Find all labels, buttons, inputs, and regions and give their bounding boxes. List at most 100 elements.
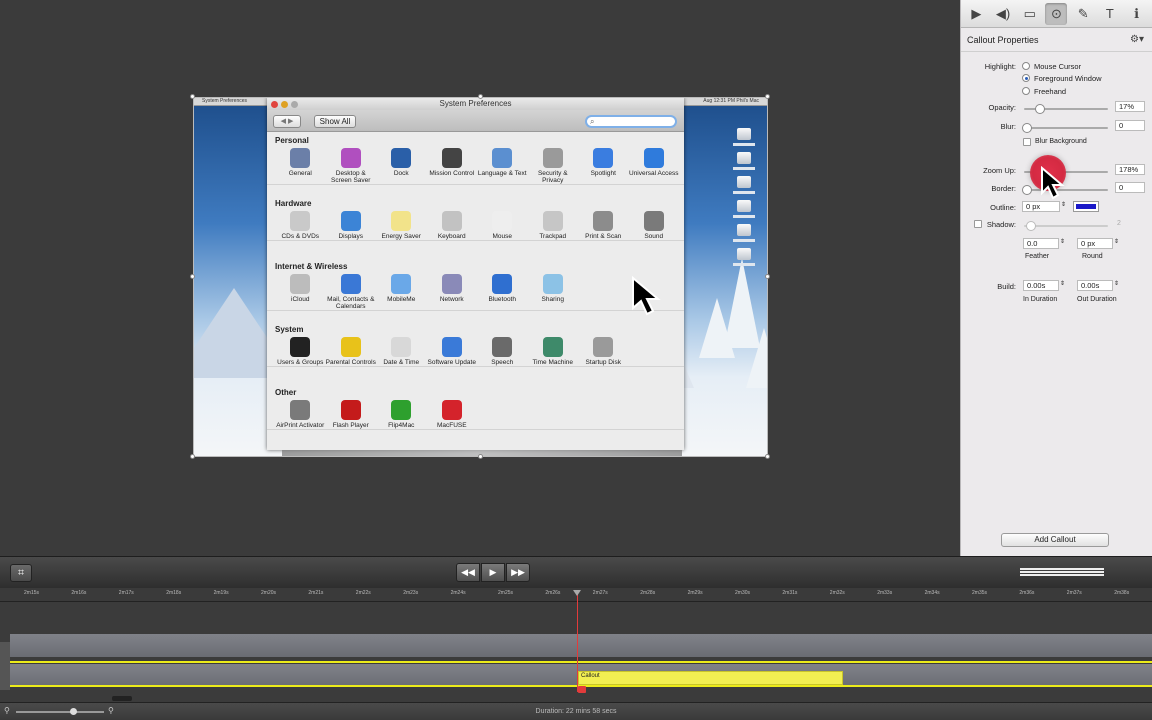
pref-pane-item[interactable]: Trackpad (528, 209, 579, 240)
radio-circle[interactable] (1022, 87, 1030, 95)
playhead-handle[interactable] (573, 590, 581, 596)
pref-pane-item[interactable]: Desktop & Screen Saver (326, 146, 377, 184)
add-callout-button[interactable]: Add Callout (1001, 533, 1109, 547)
pref-pane-item[interactable]: iCloud (275, 272, 326, 310)
pref-pane-item[interactable]: Mouse (477, 209, 528, 240)
pref-pane-item[interactable]: Time Machine (528, 335, 579, 366)
preview-canvas: System Preferences Aug 12:31 PM Phil's M… (0, 0, 960, 556)
callout-icon[interactable]: ⊙ (1045, 2, 1068, 25)
stepper-icon[interactable]: ⇕ (1114, 238, 1119, 245)
pref-pane-item[interactable]: Parental Controls (326, 335, 377, 366)
pref-pane-item[interactable]: Spotlight (578, 146, 629, 184)
pref-pane-item[interactable]: Mission Control (427, 146, 478, 184)
pref-pane-item[interactable]: Language & Text (477, 146, 528, 184)
out-duration-field[interactable]: 0.00s (1077, 280, 1113, 291)
resize-handle[interactable] (478, 454, 483, 459)
blur-background-checkbox[interactable] (1023, 138, 1031, 146)
pref-pane-item[interactable]: AirPrint Activator (275, 398, 326, 429)
resize-handle[interactable] (478, 94, 483, 99)
search-field[interactable]: ⌕ (585, 115, 677, 128)
border-field[interactable]: 0 (1115, 182, 1145, 193)
video-track[interactable] (10, 634, 1152, 657)
fast-forward-button[interactable]: ▶▶ (506, 563, 530, 582)
text-icon[interactable]: T (1099, 3, 1121, 25)
pref-pane-item[interactable]: Security & Privacy (528, 146, 579, 184)
annotation-icon[interactable]: ✎ (1072, 3, 1094, 25)
pref-pane-item[interactable]: Universal Access (629, 146, 680, 184)
zoom-button[interactable] (291, 101, 298, 108)
crop-icon[interactable]: ⌗ (10, 564, 32, 582)
back-forward-buttons[interactable]: ◀ ▶ (273, 115, 301, 128)
stepper-icon[interactable]: ⇕ (1060, 238, 1065, 245)
resize-handle[interactable] (190, 274, 195, 279)
stepper-icon[interactable]: ⇕ (1114, 280, 1119, 287)
slider-knob[interactable] (1026, 221, 1036, 231)
outline-field[interactable]: 0 px (1022, 201, 1060, 212)
pref-pane-item[interactable]: Network (427, 272, 478, 310)
pref-pane-item[interactable]: Sharing (528, 272, 579, 310)
timeline-tracks[interactable] (0, 602, 1152, 701)
resize-handle[interactable] (765, 454, 770, 459)
pref-pane-item[interactable]: Keyboard (427, 209, 478, 240)
stepper-icon[interactable]: ⇕ (1060, 280, 1065, 287)
resize-handle[interactable] (765, 94, 770, 99)
screen-icon[interactable]: ▭ (1019, 3, 1041, 25)
pref-pane-item[interactable]: Flash Player (326, 398, 377, 429)
ruler-tick-label: 2m28s (640, 590, 656, 596)
pref-pane-item[interactable]: MobileMe (376, 272, 427, 310)
pref-pane-item[interactable]: Sound (629, 209, 680, 240)
round-field[interactable]: 0 px (1077, 238, 1113, 249)
radio-mouse-cursor[interactable]: Mouse Cursor (1022, 62, 1081, 71)
pref-pane-item[interactable]: Flip4Mac (376, 398, 427, 429)
resize-handle[interactable] (190, 454, 195, 459)
pref-pane-item[interactable]: CDs & DVDs (275, 209, 326, 240)
gear-icon[interactable]: ⚙▾ (1130, 34, 1144, 45)
video-camera-icon[interactable]: ▶ (965, 3, 987, 25)
ruler-tick-label: 2m25s (498, 590, 514, 596)
callout-clip[interactable]: Callout (578, 671, 843, 685)
slider-knob[interactable] (1022, 123, 1032, 133)
feather-field[interactable]: 0.0 (1023, 238, 1059, 249)
playhead[interactable] (577, 592, 578, 692)
shadow-slider[interactable] (1024, 221, 1108, 231)
rewind-button[interactable]: ◀◀ (456, 563, 480, 582)
pref-pane-item[interactable]: Speech (477, 335, 528, 366)
pref-pane-item[interactable]: Energy Saver (376, 209, 427, 240)
info-icon[interactable]: ℹ (1126, 3, 1148, 25)
scroll-thumb[interactable] (112, 696, 132, 701)
radio-circle[interactable] (1022, 62, 1030, 70)
in-duration-field[interactable]: 0.00s (1023, 280, 1059, 291)
close-button[interactable] (271, 101, 278, 108)
minimize-button[interactable] (281, 101, 288, 108)
recording-preview[interactable]: System Preferences Aug 12:31 PM Phil's M… (193, 97, 768, 457)
radio-freehand[interactable]: Freehand (1022, 87, 1066, 96)
system-preferences-window[interactable]: System Preferences ◀ ▶ Show All ⌕ Person… (267, 98, 684, 450)
pref-pane-item[interactable]: Date & Time (376, 335, 427, 366)
resize-handle[interactable] (765, 274, 770, 279)
outline-color-well[interactable] (1073, 201, 1099, 212)
pref-pane-item[interactable]: General (275, 146, 326, 184)
pref-pane-item[interactable]: Software Update (427, 335, 478, 366)
blur-field[interactable]: 0 (1115, 120, 1145, 131)
show-all-button[interactable]: Show All (314, 115, 356, 128)
pref-pane-item[interactable]: Mail, Contacts & Calendars (326, 272, 377, 310)
blur-slider[interactable] (1022, 123, 1108, 133)
radio-circle[interactable] (1022, 74, 1030, 82)
pref-pane-item[interactable]: Bluetooth (477, 272, 528, 310)
pref-pane-item[interactable]: Startup Disk (578, 335, 629, 366)
zoom-field[interactable]: 178% (1115, 164, 1145, 175)
pref-pane-item[interactable]: Print & Scan (578, 209, 629, 240)
playhead-marker[interactable] (578, 686, 586, 693)
pref-pane-item[interactable]: Users & Groups (275, 335, 326, 366)
resize-handle[interactable] (190, 94, 195, 99)
speaker-icon[interactable]: ◀) (992, 3, 1014, 25)
opacity-slider[interactable] (1024, 104, 1108, 114)
pref-pane-item[interactable]: Displays (326, 209, 377, 240)
radio-foreground-window[interactable]: Foreground Window (1022, 74, 1102, 83)
slider-knob[interactable] (1022, 185, 1032, 195)
stepper-icon[interactable]: ⇕ (1061, 201, 1066, 208)
pref-pane-item[interactable]: MacFUSE (427, 398, 478, 429)
pref-pane-item[interactable]: Dock (376, 146, 427, 184)
opacity-field[interactable]: 17% (1115, 101, 1145, 112)
play-button[interactable]: ▶ (481, 563, 505, 582)
